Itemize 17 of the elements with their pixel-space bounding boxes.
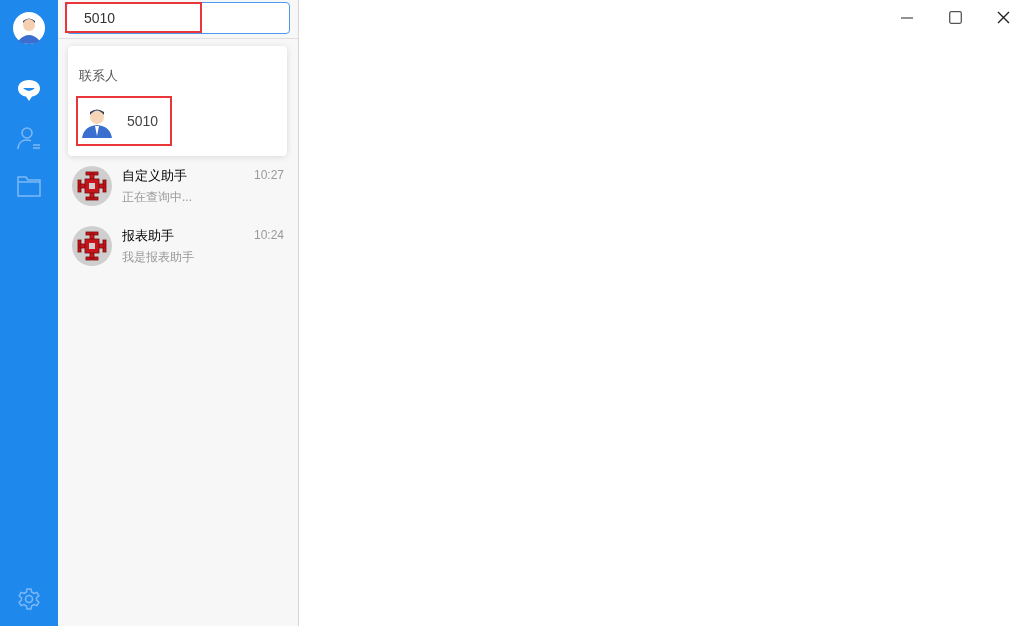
conversation-preview: 正在查询中... xyxy=(122,189,193,207)
conversation-name: 自定义助手 xyxy=(122,166,187,185)
search-field[interactable]: 5010 xyxy=(66,2,290,34)
conversation-item[interactable]: 报表助手 10:24 我是报表助手 xyxy=(58,216,298,276)
avatar-icon[interactable] xyxy=(13,12,45,44)
bot-avatar-icon xyxy=(72,226,112,266)
contact-result[interactable]: 5010 xyxy=(76,96,172,146)
maximize-icon[interactable] xyxy=(949,11,962,24)
conversation-preview: 我是报表助手 xyxy=(122,249,195,267)
chat-bubble-icon[interactable] xyxy=(16,77,42,103)
conversation-name: 报表助手 xyxy=(122,226,174,245)
result-heading: 联系人 xyxy=(79,67,118,85)
bot-avatar-icon xyxy=(72,166,112,206)
close-icon[interactable] xyxy=(997,11,1010,24)
conversation-item[interactable]: 自定义助手 10:27 正在查询中... xyxy=(58,156,298,216)
conversation-time: 10:27 xyxy=(253,166,284,184)
conversation-time: 10:24 xyxy=(253,226,284,244)
